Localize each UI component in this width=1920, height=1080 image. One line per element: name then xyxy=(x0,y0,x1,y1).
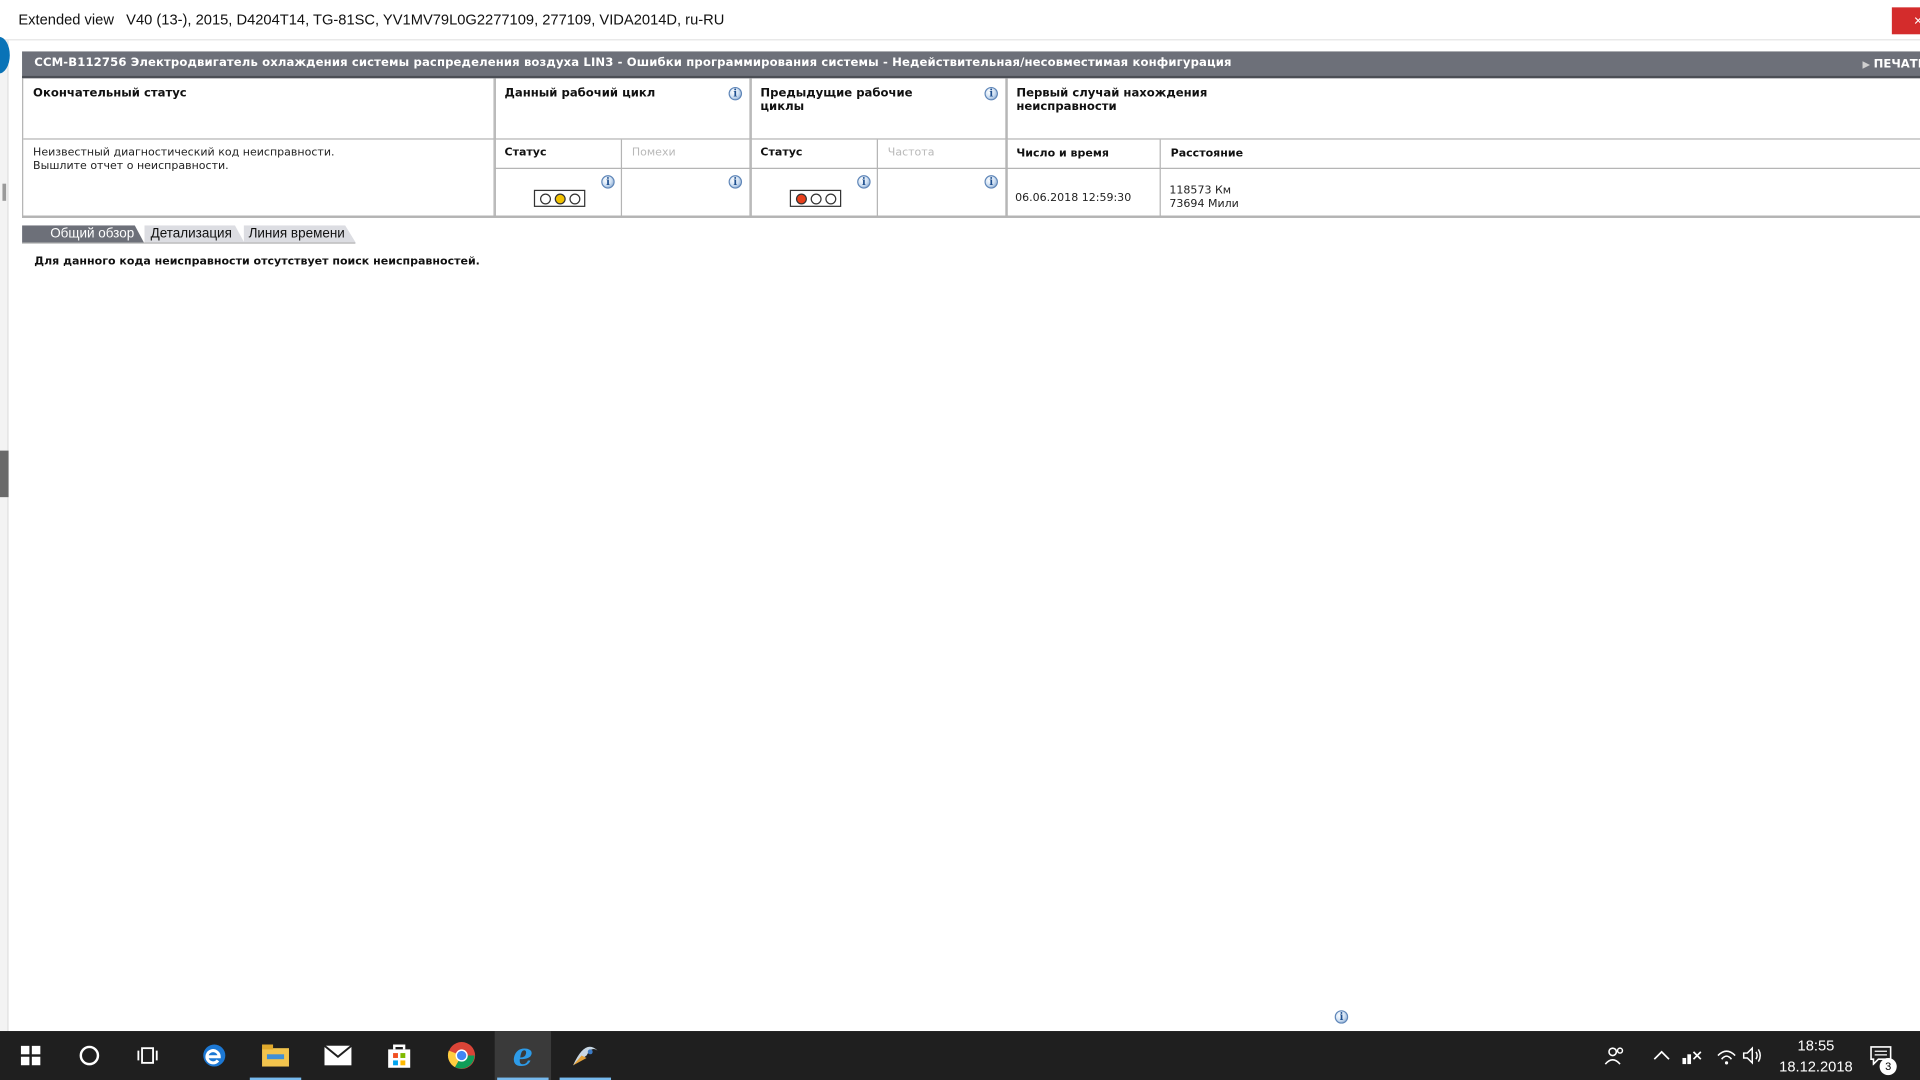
frequency-label: Частота xyxy=(887,146,935,160)
final-status-body-cell: Неизвестный диагностический код неисправ… xyxy=(23,139,495,216)
datetime-label-cell: Число и время xyxy=(1006,139,1161,169)
tab-timeline[interactable]: Линия времени xyxy=(243,225,357,244)
datetime-label: Число и время xyxy=(1016,148,1109,161)
distance-km: 118573 Км xyxy=(1169,184,1232,198)
vida-app-icon[interactable] xyxy=(557,1031,613,1080)
distance-label-cell: Расстояние xyxy=(1160,140,1920,169)
left-panel-marker xyxy=(2,183,7,201)
clock-time: 18:55 xyxy=(1797,1037,1835,1055)
window-titlebar: Extended view V40 (13-), 2015, D4204T14,… xyxy=(0,0,1920,41)
mail-icon[interactable] xyxy=(310,1031,366,1080)
tabs-divider xyxy=(22,242,356,244)
wifi-icon[interactable] xyxy=(1716,1031,1738,1080)
final-status-text-1: Неизвестный диагностический код неисправ… xyxy=(33,146,335,160)
final-status-header: Окончательный статус xyxy=(33,86,187,101)
file-explorer-icon[interactable] xyxy=(247,1031,303,1080)
tab-timeline-label: Линия времени xyxy=(248,226,345,242)
lamp-dot-3 xyxy=(568,192,580,204)
lamp-dot-3 xyxy=(824,192,836,204)
close-button[interactable]: × xyxy=(1891,7,1920,35)
current-status-value-cell: i xyxy=(494,168,623,216)
current-status-label: Статус xyxy=(504,146,547,160)
chevron-up-icon[interactable] xyxy=(1653,1031,1670,1080)
current-cycle-header: Данный рабочий цикл xyxy=(504,86,656,101)
chrome-icon[interactable] xyxy=(433,1031,489,1080)
cortana-icon[interactable] xyxy=(61,1031,117,1080)
frequency-value-cell: i xyxy=(878,168,1007,216)
no-troubleshooting-message: Для данного кода неисправности отсутству… xyxy=(34,255,480,269)
info-icon[interactable]: i xyxy=(728,86,743,101)
dtc-title: CCM-B112756 Электродвигатель охлаждения … xyxy=(34,56,1232,70)
tab-details[interactable]: Детализация xyxy=(144,225,245,244)
previous-status-value-cell: i xyxy=(750,168,878,216)
info-icon[interactable]: i xyxy=(857,175,871,189)
previous-status-label: Статус xyxy=(760,146,803,160)
previous-cycles-header-1: Предыдущие рабочие xyxy=(760,86,913,101)
final-status-text-2: Вышлите отчет о неисправности. xyxy=(33,160,229,173)
lamp-dot-yellow xyxy=(554,192,566,204)
people-icon[interactable] xyxy=(1604,1031,1626,1080)
datetime-value-cell: 06.06.2018 12:59:30 xyxy=(1006,168,1161,216)
dtc-header-bar: CCM-B112756 Электродвигатель охлаждения … xyxy=(22,51,1920,79)
taskbar: e 18:55 18.12.2018 3 xyxy=(0,1031,1920,1080)
print-button[interactable]: ▶ПЕЧАТЬ xyxy=(1862,58,1920,71)
task-view-icon[interactable] xyxy=(121,1031,177,1080)
status-table: Окончательный статус Неизвестный диагнос… xyxy=(22,78,1920,218)
datetime-value: 06.06.2018 12:59:30 xyxy=(1015,192,1132,205)
tab-overview[interactable]: Общий обзор xyxy=(22,225,145,244)
interference-value-cell: i xyxy=(622,168,751,216)
network-disconnected-icon[interactable] xyxy=(1681,1031,1703,1080)
volume-icon[interactable] xyxy=(1741,1031,1763,1080)
lamp-dot-red xyxy=(795,192,807,204)
lamp-dot-2 xyxy=(810,192,822,204)
current-cycle-header-cell: Данный рабочий цикл i xyxy=(494,78,751,140)
start-icon[interactable] xyxy=(2,1031,58,1080)
tab-overview-label: Общий обзор xyxy=(50,226,135,242)
internet-explorer-icon[interactable]: e xyxy=(494,1031,552,1080)
previous-status-label-cell: Статус xyxy=(750,139,878,169)
clock-date: 18.12.2018 xyxy=(1779,1057,1853,1076)
triangle-right-icon: ▶ xyxy=(1862,58,1871,70)
frequency-label-cell: Частота xyxy=(877,139,1007,169)
first-occurrence-header-1: Первый случай нахождения xyxy=(1016,86,1208,101)
info-icon[interactable]: i xyxy=(1334,1010,1349,1024)
previous-cycles-header-2: циклы xyxy=(760,100,805,114)
left-scrollbar-thumb[interactable] xyxy=(0,450,9,498)
interference-label: Помехи xyxy=(631,146,676,160)
window-title: Extended view V40 (13-), 2015, D4204T14,… xyxy=(18,11,725,29)
distance-value-cell: 118573 Км 73694 Мили xyxy=(1161,169,1920,216)
lamp-dot-1 xyxy=(539,192,551,204)
first-occurrence-header-cell: Первый случай нахождения неисправности xyxy=(1006,78,1920,140)
final-status-header-cell: Окончательный статус xyxy=(23,78,495,140)
store-icon[interactable] xyxy=(371,1031,427,1080)
distance-mi: 73694 Мили xyxy=(1169,198,1239,211)
distance-label: Расстояние xyxy=(1170,148,1244,161)
edge-icon[interactable] xyxy=(186,1031,242,1080)
ie-glyph: e xyxy=(512,1037,533,1074)
taskbar-clock[interactable]: 18:55 18.12.2018 xyxy=(1773,1036,1859,1078)
previous-status-lamp xyxy=(789,189,842,207)
previous-cycles-header-cell: Предыдущие рабочие циклы i xyxy=(750,78,1007,140)
first-occurrence-header-2: неисправности xyxy=(1016,100,1117,114)
info-icon[interactable]: i xyxy=(984,86,998,101)
current-status-lamp xyxy=(533,189,586,207)
info-icon[interactable]: i xyxy=(728,175,743,189)
notification-count-badge: 3 xyxy=(1879,1057,1897,1076)
print-label: ПЕЧАТЬ xyxy=(1873,57,1920,72)
interference-label-cell: Помехи xyxy=(622,139,751,169)
info-icon[interactable]: i xyxy=(601,175,615,189)
current-status-label-cell: Статус xyxy=(494,139,623,169)
tab-details-label: Детализация xyxy=(150,226,232,242)
info-icon[interactable]: i xyxy=(984,175,998,189)
